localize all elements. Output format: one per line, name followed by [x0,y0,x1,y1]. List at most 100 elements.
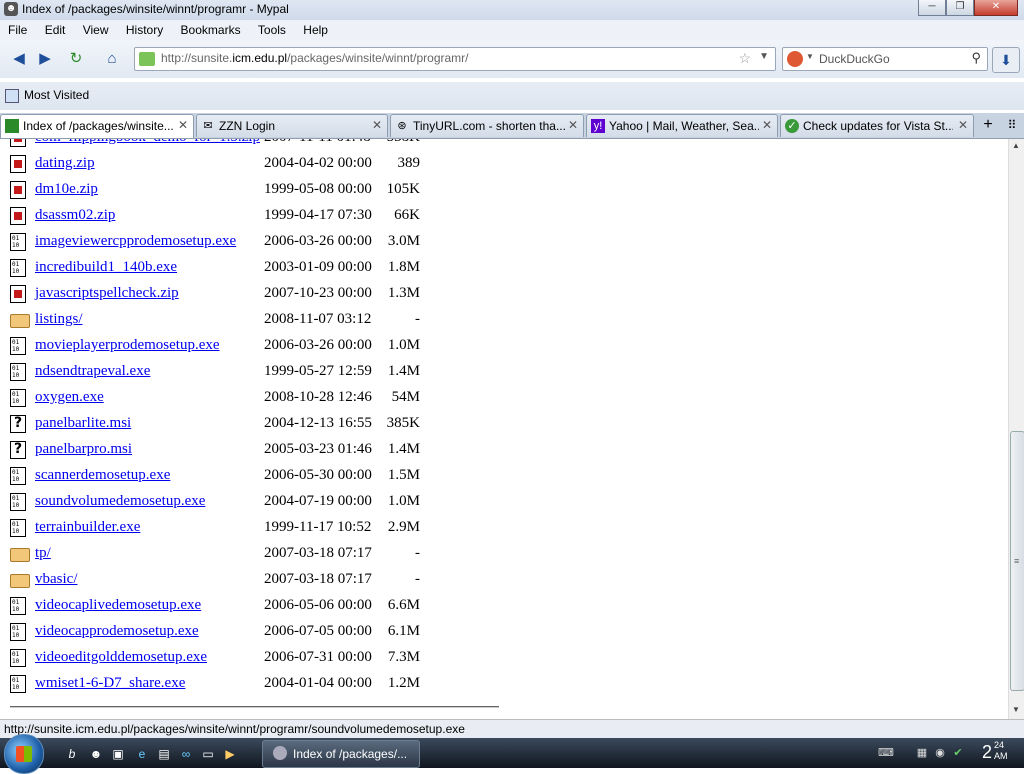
clock-ampm[interactable]: AM [994,751,1008,761]
chevron-down-icon[interactable]: ▼ [806,52,814,61]
quicklaunch-link-icon[interactable]: ∞ [178,746,194,762]
network-icon[interactable]: ▦ [914,746,930,760]
folder-icon[interactable] [10,574,30,588]
file-link[interactable]: wmiset1-6-D7_share.exe [35,675,185,692]
new-tab-button[interactable]: + [978,116,998,134]
url-text[interactable]: http://sunsite.icm.edu.pl/packages/winsi… [161,51,469,65]
file-link[interactable]: panelbarlite.msi [35,415,131,432]
menu-help[interactable]: Help [303,20,328,40]
binary-file-icon[interactable] [10,233,26,251]
list-all-tabs-icon[interactable]: ⠿ [1004,116,1020,134]
close-tab-icon[interactable]: ✕ [958,118,968,132]
file-link[interactable]: panelbarpro.msi [35,441,132,458]
keyboard-icon[interactable]: ⌨ [878,746,894,760]
file-link[interactable]: vbasic/ [35,571,78,588]
binary-file-icon[interactable] [10,467,26,485]
file-link[interactable]: imageviewercpprodemosetup.exe [35,233,236,250]
binary-file-icon[interactable] [10,623,26,641]
compressed-file-icon[interactable] [10,285,26,303]
file-link[interactable]: javascriptspellcheck.zip [35,285,179,302]
minimize-button[interactable]: ─ [918,0,946,16]
binary-file-icon[interactable] [10,519,26,537]
file-link[interactable]: oxygen.exe [35,389,104,406]
internet-explorer-icon[interactable]: e [134,746,150,762]
file-link[interactable]: dm10e.zip [35,181,98,198]
close-button[interactable]: ✕ [974,0,1018,16]
quicklaunch-monitor-icon[interactable]: ▭ [200,746,216,762]
file-link[interactable]: dsassm02.zip [35,207,115,224]
tab-tinyurl[interactable]: ⊛ TinyURL.com - shorten tha... ✕ [390,114,584,137]
file-link[interactable]: soundvolumedemosetup.exe [35,493,205,510]
chevron-down-icon[interactable]: ▼ [759,51,769,62]
menu-history[interactable]: History [126,20,163,40]
duckduckgo-icon[interactable] [787,51,803,67]
media-player-icon[interactable]: ▶ [222,746,238,762]
file-link[interactable]: incredibuild1_140b.exe [35,259,177,276]
compressed-file-icon[interactable] [10,139,26,147]
tab-yahoo[interactable]: y! Yahoo | Mail, Weather, Sea... ✕ [586,114,778,137]
quicklaunch-app-icon[interactable]: ☻ [88,746,104,762]
clock-minute[interactable]: 24 [994,740,1004,750]
file-link[interactable]: tp/ [35,545,51,562]
close-tab-icon[interactable]: ✕ [568,118,578,132]
file-link[interactable]: movieplayerprodemosetup.exe [35,337,220,354]
binary-file-icon[interactable] [10,493,26,511]
compressed-file-icon[interactable] [10,207,26,225]
security-icon[interactable]: ✔ [950,746,966,760]
compressed-file-icon[interactable] [10,155,26,173]
close-tab-icon[interactable]: ✕ [372,118,382,132]
file-link[interactable]: terrainbuilder.exe [35,519,140,536]
tab-check-updates[interactable]: ✓ Check updates for Vista St... ✕ [780,114,974,137]
tray-app-icon[interactable]: ◉ [932,746,948,760]
unknown-file-icon[interactable] [10,415,26,433]
file-link[interactable]: videocaplivedemosetup.exe [35,597,201,614]
file-link[interactable]: dating.zip [35,155,95,172]
url-bar[interactable]: http://sunsite.icm.edu.pl/packages/winsi… [134,47,776,71]
scroll-up-icon[interactable]: ▲ [1012,141,1020,150]
close-tab-icon[interactable]: ✕ [762,118,772,132]
binary-file-icon[interactable] [10,649,26,667]
binary-file-icon[interactable] [10,259,26,277]
file-link[interactable]: ndsendtrapeval.exe [35,363,150,380]
menu-edit[interactable]: Edit [45,20,66,40]
binary-file-icon[interactable] [10,675,26,693]
unknown-file-icon[interactable] [10,441,26,459]
clock-hour[interactable]: 2 [982,742,992,763]
scroll-down-icon[interactable]: ▼ [1012,705,1020,714]
back-arrow-icon[interactable]: ◀ [7,47,31,71]
site-identity-icon[interactable] [139,52,155,66]
maximize-button[interactable]: ❐ [946,0,974,16]
file-link[interactable]: listings/ [35,311,83,328]
folder-icon[interactable] [10,548,30,562]
scrollbar-thumb[interactable]: ≡ [1010,431,1024,691]
quicklaunch-b-icon[interactable]: b [64,746,80,762]
binary-file-icon[interactable] [10,363,26,381]
file-link[interactable]: videoeditgolddemosetup.exe [35,649,207,666]
forward-arrow-icon[interactable]: ▶ [33,47,57,71]
tab-index[interactable]: Index of /packages/winsite... ✕ [0,114,194,138]
menu-view[interactable]: View [83,20,109,40]
most-visited-icon[interactable] [5,89,19,103]
tab-zzn-login[interactable]: ✉ ZZN Login ✕ [196,114,388,137]
vertical-scrollbar[interactable]: ▲ ≡ ▼ [1008,139,1024,719]
search-icon[interactable]: ⚲ [971,50,981,66]
file-link[interactable]: videocapprodemosetup.exe [35,623,199,640]
download-icon[interactable]: ⬇ [992,47,1020,73]
bookmark-star-icon[interactable]: ☆ [738,50,751,67]
taskbar-button-browser[interactable]: Index of /packages/... [262,740,420,768]
most-visited-bookmark[interactable]: Most Visited [24,88,89,102]
menu-tools[interactable]: Tools [258,20,286,40]
menu-file[interactable]: File [8,20,27,40]
search-box[interactable]: ▼ DuckDuckGo ⚲ [782,47,988,71]
reload-icon[interactable]: ↻ [64,47,88,71]
menu-bookmarks[interactable]: Bookmarks [181,20,241,40]
compressed-file-icon[interactable] [10,181,26,199]
start-button[interactable] [4,734,44,774]
file-link[interactable]: scannerdemosetup.exe [35,467,170,484]
close-tab-icon[interactable]: ✕ [178,118,188,132]
file-link[interactable]: com_flippingbook_demo_for_1.5.zip [35,139,260,146]
binary-file-icon[interactable] [10,337,26,355]
search-input[interactable]: DuckDuckGo [819,52,890,66]
show-desktop-icon[interactable]: ▣ [110,746,126,762]
home-icon[interactable]: ⌂ [100,47,124,71]
